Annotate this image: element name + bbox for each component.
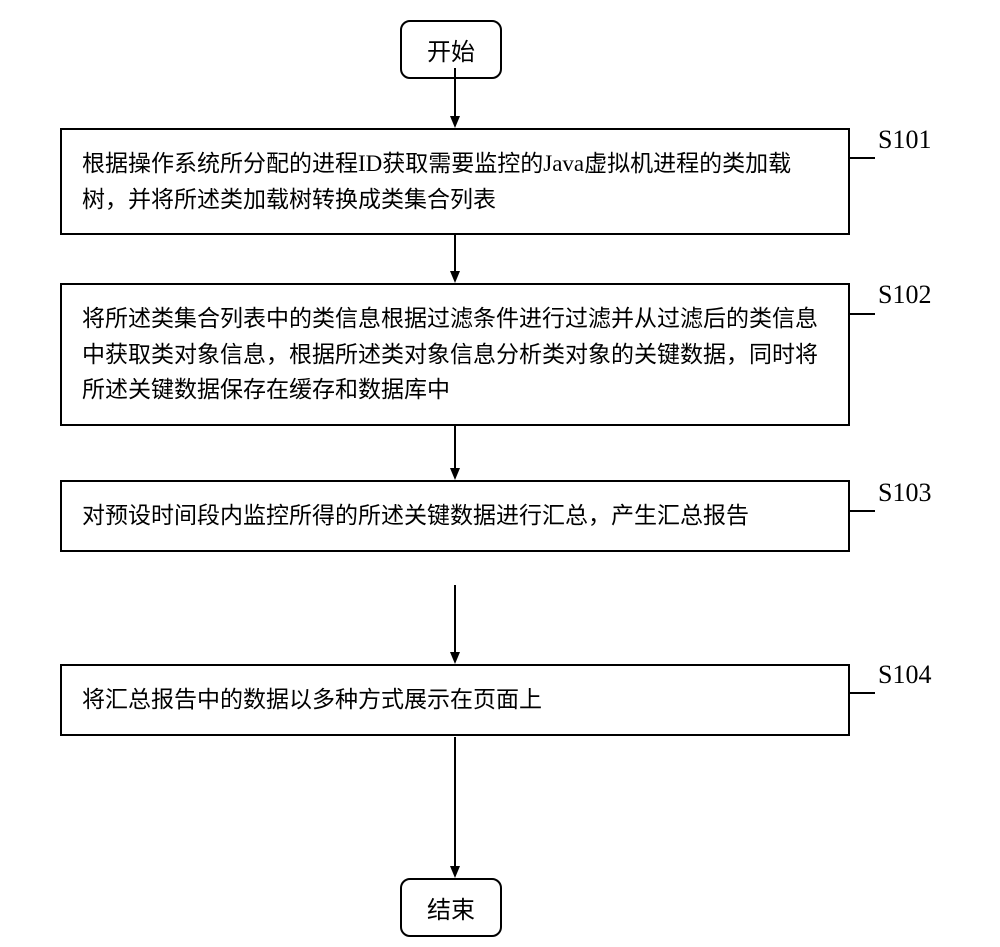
step-label-s103: S103 — [878, 478, 931, 508]
step-label-s102: S102 — [878, 280, 931, 310]
arrow-s102-to-s103 — [450, 425, 470, 480]
process-s102-text: 将所述类集合列表中的类信息根据过滤条件进行过滤并从过滤后的类信息中获取类对象信息… — [82, 306, 818, 402]
process-s101-text: 根据操作系统所分配的进程ID获取需要监控的Java虚拟机进程的类加载树，并将所述… — [82, 151, 791, 212]
process-s104: 将汇总报告中的数据以多种方式展示在页面上 — [60, 664, 850, 736]
start-label: 开始 — [427, 40, 475, 66]
process-s103-text: 对预设时间段内监控所得的所述关键数据进行汇总，产生汇总报告 — [82, 503, 749, 528]
end-terminal: 结束 — [400, 878, 502, 937]
label-connector-3 — [850, 510, 875, 512]
label-connector-1 — [850, 157, 875, 159]
arrow-start-to-s101 — [450, 68, 470, 128]
step-label-s104: S104 — [878, 660, 931, 690]
process-s104-text: 将汇总报告中的数据以多种方式展示在页面上 — [82, 687, 542, 712]
end-label: 结束 — [427, 898, 475, 924]
arrow-s104-to-end — [450, 737, 470, 878]
process-s101: 根据操作系统所分配的进程ID获取需要监控的Java虚拟机进程的类加载树，并将所述… — [60, 128, 850, 235]
process-s102: 将所述类集合列表中的类信息根据过滤条件进行过滤并从过滤后的类信息中获取类对象信息… — [60, 283, 850, 426]
arrow-s101-to-s102 — [450, 233, 470, 283]
label-connector-2 — [850, 313, 875, 315]
arrow-s103-to-s104 — [450, 585, 470, 664]
step-label-s101: S101 — [878, 125, 931, 155]
process-s103: 对预设时间段内监控所得的所述关键数据进行汇总，产生汇总报告 — [60, 480, 850, 552]
label-connector-4 — [850, 692, 875, 694]
